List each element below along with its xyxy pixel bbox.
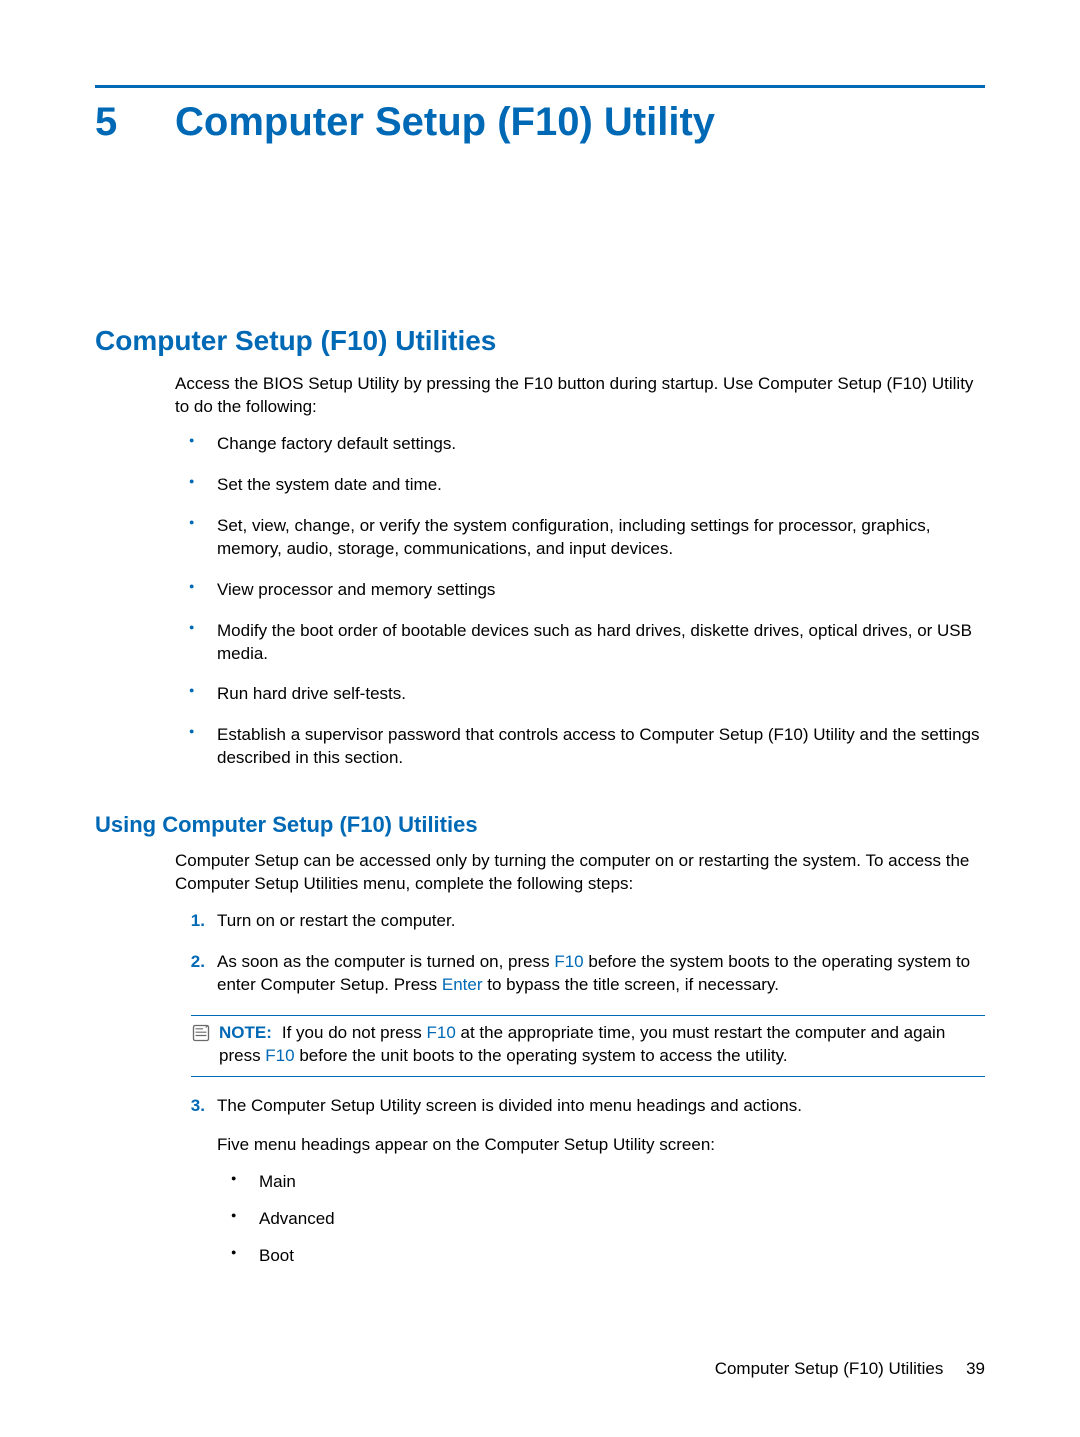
note-content: NOTE:If you do not press F10 at the appr… <box>219 1022 985 1068</box>
step-text: The Computer Setup Utility screen is div… <box>217 1096 802 1115</box>
note-icon <box>191 1023 211 1043</box>
footer-section-name: Computer Setup (F10) Utilities <box>715 1359 944 1378</box>
steps-list: Turn on or restart the computer. As soon… <box>175 910 985 1015</box>
section-intro: Access the BIOS Setup Utility by pressin… <box>175 373 985 419</box>
document-page: 5 Computer Setup (F10) Utility Computer … <box>0 0 1080 1437</box>
list-item: Run hard drive self-tests. <box>175 683 985 706</box>
subsection-title: Using Computer Setup (F10) Utilities <box>95 812 985 838</box>
step-text: to bypass the title screen, if necessary… <box>483 975 779 994</box>
step-item: As soon as the computer is turned on, pr… <box>175 951 985 997</box>
step-text: Turn on or restart the computer. <box>217 911 455 930</box>
menu-headings-list: Main Advanced Boot <box>217 1171 985 1268</box>
key-f10: F10 <box>426 1023 455 1042</box>
step-extra: Five menu headings appear on the Compute… <box>217 1134 985 1157</box>
footer-page-number: 39 <box>966 1359 985 1378</box>
list-item: Main <box>217 1171 985 1194</box>
note-text: before the unit boots to the operating s… <box>295 1046 788 1065</box>
note-label: NOTE: <box>219 1023 272 1042</box>
list-item: Advanced <box>217 1208 985 1231</box>
list-item: Boot <box>217 1245 985 1268</box>
chapter-header: 5 Computer Setup (F10) Utility <box>95 100 985 145</box>
key-f10: F10 <box>265 1046 294 1065</box>
list-item: Modify the boot order of bootable device… <box>175 620 985 666</box>
list-item: Set, view, change, or verify the system … <box>175 515 985 561</box>
list-item: Set the system date and time. <box>175 474 985 497</box>
chapter-rule <box>95 85 985 88</box>
chapter-title: Computer Setup (F10) Utility <box>175 100 715 145</box>
step-item: Turn on or restart the computer. <box>175 910 985 933</box>
step-text: As soon as the computer is turned on, pr… <box>217 952 554 971</box>
chapter-number: 5 <box>95 100 175 145</box>
list-item: Change factory default settings. <box>175 433 985 456</box>
page-footer: Computer Setup (F10) Utilities 39 <box>715 1359 985 1379</box>
note-block: NOTE:If you do not press F10 at the appr… <box>191 1015 985 1077</box>
list-item: Establish a supervisor password that con… <box>175 724 985 770</box>
subsection-intro: Computer Setup can be accessed only by t… <box>175 850 985 896</box>
key-enter: Enter <box>442 975 483 994</box>
section-title: Computer Setup (F10) Utilities <box>95 325 985 357</box>
capabilities-list: Change factory default settings. Set the… <box>175 433 985 788</box>
step-item: The Computer Setup Utility screen is div… <box>175 1095 985 1268</box>
list-item: View processor and memory settings <box>175 579 985 602</box>
steps-list-continued: The Computer Setup Utility screen is div… <box>175 1095 985 1286</box>
note-text: If you do not press <box>282 1023 427 1042</box>
key-f10: F10 <box>554 952 583 971</box>
